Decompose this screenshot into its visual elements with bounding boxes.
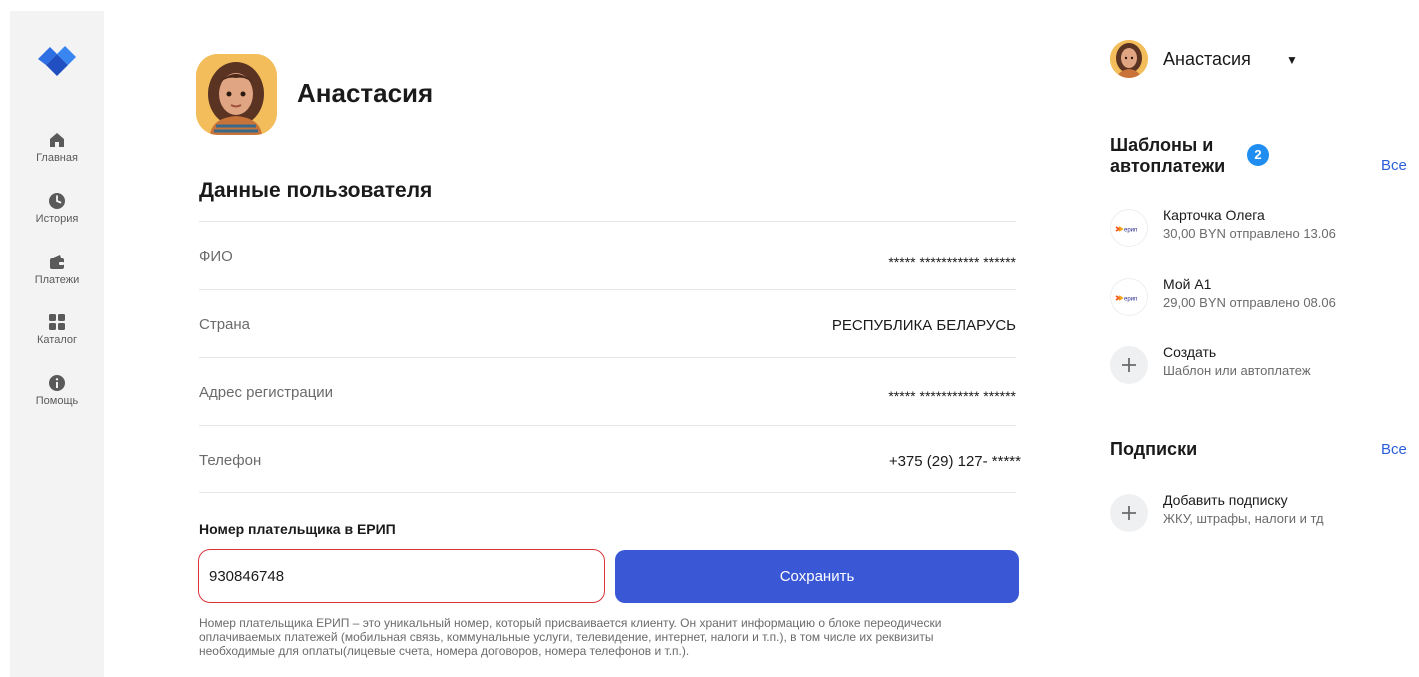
templates-all-link[interactable]: Все <box>1381 157 1407 174</box>
erip-number-input[interactable] <box>198 549 605 603</box>
subscription-name: Добавить подписку <box>1163 492 1288 508</box>
templates-title-line: автоплатежи <box>1110 156 1226 176</box>
template-item[interactable]: ерип Мой А1 29,00 BYN отправлено 08.06 <box>1110 276 1410 320</box>
row-label: Страна <box>199 316 251 333</box>
profile-name: Анастасия <box>297 78 434 108</box>
sidebar-item-home[interactable]: Главная <box>10 131 104 164</box>
section-title: Данные пользователя <box>199 179 433 202</box>
sidebar-item-label: Платежи <box>34 274 80 286</box>
sidebar-item-label: Помощь <box>35 395 79 407</box>
create-template-button[interactable]: Создать Шаблон или автоплатеж <box>1110 344 1410 388</box>
save-button[interactable]: Сохранить <box>615 550 1019 603</box>
sidebar-item-history[interactable]: История <box>10 192 104 225</box>
sidebar-item-label: Каталог <box>37 334 77 346</box>
sidebar-item-help[interactable]: Помощь <box>10 374 104 407</box>
sidebar: Главная История Платежи Каталог Помощь <box>10 11 104 677</box>
chevron-down-icon[interactable]: ▼ <box>1286 53 1298 67</box>
user-menu[interactable]: Анастасия ▼ <box>1110 40 1310 80</box>
plus-icon <box>1110 494 1148 532</box>
row-label: ФИО <box>199 248 233 265</box>
templates-title-line: Шаблоны и <box>1110 135 1214 155</box>
logo-icon[interactable] <box>34 41 80 77</box>
erip-hint: Номер плательщика ЕРИП – это уникальный … <box>199 616 942 658</box>
row-value: +375 (29) 127- ***** <box>888 453 1021 470</box>
row-value: ***** *********** ****** <box>888 388 1016 404</box>
erip-label: Номер плательщика в ЕРИП <box>199 521 396 537</box>
profile-avatar <box>196 54 277 135</box>
erip-icon: ерип <box>1110 209 1148 247</box>
home-icon <box>50 133 64 147</box>
clock-icon <box>49 193 65 209</box>
user-data-row-country: Страна РЕСПУБЛИКА БЕЛАРУСЬ <box>199 289 1016 357</box>
template-name: Мой А1 <box>1163 276 1212 292</box>
avatar <box>1110 40 1148 78</box>
user-data-row-fio: ФИО ***** *********** ****** <box>199 221 1016 289</box>
template-item[interactable]: ерип Карточка Олега 30,00 BYN отправлено… <box>1110 207 1410 251</box>
template-subtitle: 29,00 BYN отправлено 08.06 <box>1163 295 1336 310</box>
row-label: Телефон <box>199 452 262 469</box>
sidebar-item-payments[interactable]: Платежи <box>10 253 104 286</box>
plus-icon <box>1110 346 1148 384</box>
row-value: РЕСПУБЛИКА БЕЛАРУСЬ <box>831 317 1016 334</box>
row-value: ***** *********** ****** <box>888 254 1016 270</box>
subscriptions-title: Подписки <box>1110 439 1198 459</box>
sidebar-item-label: История <box>35 213 79 225</box>
subscription-subtitle: ЖКУ, штрафы, налоги и тд <box>1163 511 1324 526</box>
sidebar-item-catalog[interactable]: Каталог <box>10 313 104 346</box>
user-data-row-address: Адрес регистрации ***** *********** ****… <box>199 357 1016 425</box>
templates-title: Шаблоны и автоплатежи <box>1110 135 1225 177</box>
template-subtitle: 30,00 BYN отправлено 13.06 <box>1163 226 1336 241</box>
grid-icon <box>49 314 65 330</box>
templates-count-badge: 2 <box>1247 144 1269 166</box>
avatar-illustration-icon <box>196 54 277 135</box>
template-name: Создать <box>1163 344 1217 360</box>
template-subtitle: Шаблон или автоплатеж <box>1163 363 1311 378</box>
svg-text:ерип: ерип <box>1124 297 1137 303</box>
subscriptions-all-link[interactable]: Все <box>1381 441 1407 458</box>
avatar-illustration-icon <box>1110 40 1148 78</box>
erip-icon: ерип <box>1110 278 1148 316</box>
user-data-row-phone: Телефон +375 (29) 127- ***** <box>199 425 1021 493</box>
svg-text:ерип: ерип <box>1124 228 1137 234</box>
user-name: Анастасия <box>1163 49 1251 69</box>
wallet-icon <box>50 255 64 269</box>
sidebar-item-label: Главная <box>36 152 78 164</box>
template-name: Карточка Олега <box>1163 207 1265 223</box>
row-label: Адрес регистрации <box>199 384 334 401</box>
info-icon <box>49 375 65 391</box>
add-subscription-button[interactable]: Добавить подписку ЖКУ, штрафы, налоги и … <box>1110 492 1410 536</box>
